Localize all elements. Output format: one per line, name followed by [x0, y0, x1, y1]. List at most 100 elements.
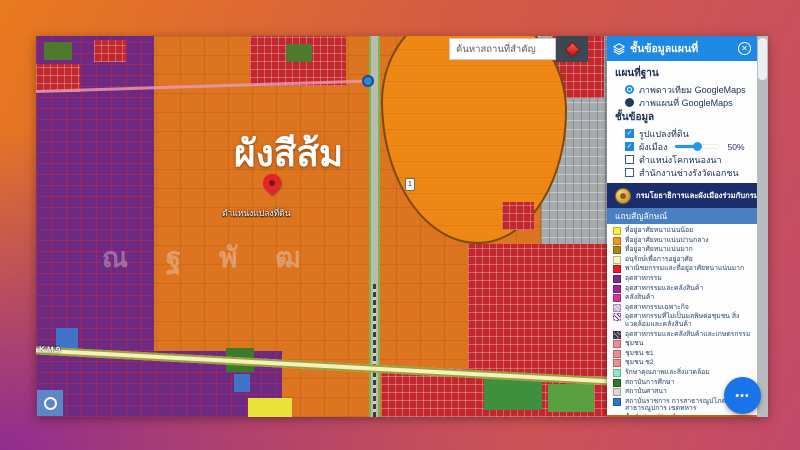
pin-label: ตำแหน่งแปลงที่ดิน: [222, 206, 291, 220]
layer-toggle-1[interactable]: ✓ ผังเมือง 50%: [615, 140, 753, 153]
legend-label: สถาบันการศึกษา: [625, 379, 674, 387]
legend-item: ชุมชน ช1: [613, 350, 755, 358]
diamond-icon: [564, 41, 580, 57]
legend-item: อุตสาหกรรมและคลังสินค้า: [613, 285, 755, 293]
slider-thumb[interactable]: [693, 142, 702, 151]
agency-banner-text: กรมโยธาธิการและผังเมืองร่วมกับกรมที่ดิน: [636, 190, 768, 202]
legend-swatch: [613, 379, 621, 387]
legend-header: แถบสัญลักษณ์: [607, 208, 757, 224]
legend-label: อนุรักษ์เพื่อการอยู่อาศัย: [625, 256, 693, 264]
station-marker[interactable]: [362, 75, 374, 87]
locate-icon: [44, 397, 57, 410]
zone-blue-parcel-2: [234, 374, 250, 392]
opacity-slider[interactable]: [675, 145, 719, 148]
legend-label: คลังสินค้า: [625, 294, 654, 302]
legend-swatch: [613, 304, 621, 312]
legend-item: อุตสาหกรรม: [613, 275, 755, 283]
legend-item: อุตสาหกรรมที่ไม่เป็นมลพิษต่อชุมชน สิ่งแว…: [613, 313, 755, 329]
legend-swatch: [613, 313, 621, 321]
layer-toggle-0[interactable]: ✓ รูปแปลงที่ดิน: [615, 127, 753, 140]
parcel-pin[interactable]: [260, 174, 284, 204]
panel-header: ชั้นข้อมูลแผนที่ ✕: [607, 36, 757, 61]
legend-label: ชุมชน ช1: [625, 350, 654, 358]
checkbox-icon[interactable]: ✓: [625, 142, 634, 151]
zone-plan-label: ผังสีส้ม: [234, 124, 343, 183]
locate-button[interactable]: [37, 390, 63, 416]
layer-label: รูปแปลงที่ดิน: [639, 127, 689, 141]
zone-orange-dense: [381, 36, 567, 244]
basemap-section-label: แผนที่ฐาน: [615, 66, 753, 81]
search-button[interactable]: [556, 36, 588, 62]
zone-green-br-2: [548, 384, 594, 412]
search-input[interactable]: [449, 38, 556, 60]
layer-toggle-2[interactable]: ตำแหน่งโคกหนองนา: [615, 153, 753, 166]
pin-icon: [259, 170, 284, 195]
legend-label: ที่อยู่อาศัยหนาแน่นมาก: [625, 246, 693, 254]
legend-label: รักษาคุณภาพและสิ่งแวดล้อม: [625, 369, 710, 377]
legend-swatch: [613, 265, 621, 273]
legend-swatch: [613, 227, 621, 235]
scrollbar-thumb[interactable]: [758, 38, 767, 80]
agency-logo-icon: [615, 188, 631, 204]
legend-label: อุตสาหกรรมและคลังสินค้าและเกษตรกรรม: [625, 331, 750, 339]
zone-yellow-parcel: [248, 398, 292, 417]
legend-swatch: [613, 350, 621, 358]
route-shield: 1: [405, 178, 415, 191]
legend-swatch: [613, 398, 621, 406]
legend-swatch: [613, 256, 621, 264]
legend-label: อุตสาหกรรมเฉพาะกิจ: [625, 304, 689, 312]
panel-body: แผนที่ฐาน ภาพดาวเทียม GoogleMapsภาพแผนที…: [607, 61, 757, 179]
legend-label: ชุมชน ช2: [625, 359, 654, 367]
agency-banner: กรมโยธาธิการและผังเมืองร่วมกับกรมที่ดิน: [607, 183, 757, 208]
checkbox-icon[interactable]: [625, 155, 634, 164]
layer-label: ตำแหน่งโคกหนองนา: [639, 153, 722, 167]
basemap-option-1[interactable]: ภาพแผนที่ GoogleMaps: [615, 96, 753, 109]
legend-swatch: [613, 359, 621, 367]
legend-swatch: [613, 237, 621, 245]
opacity-value: 50%: [727, 142, 744, 152]
zone-green-topcenter: [286, 44, 312, 62]
legend-label: สถาบันศาสนา: [625, 388, 667, 396]
km-marker-label: K.M.9: [39, 345, 61, 355]
layer-label: ผังเมือง: [639, 140, 667, 154]
legend-item: อนุรักษ์เพื่อการอยู่อาศัย: [613, 256, 755, 264]
checkbox-icon[interactable]: ✓: [625, 129, 634, 138]
legend-item: ที่อยู่อาศัยหนาแน่นมาก: [613, 246, 755, 254]
legend-swatch: [613, 331, 621, 339]
legend-label: พาณิชยกรรมและที่อยู่อาศัยหนาแน่นมาก: [625, 265, 744, 273]
map-app-window: 1 ณ ฐ พั ฒ K.M.9 ผังสีส้ม ตำแหน่งแปลงที่…: [36, 36, 768, 417]
basemap-option-0[interactable]: ภาพดาวเทียม GoogleMaps: [615, 83, 753, 96]
legend-label: ที่อยู่อาศัยหนาแน่นน้อย: [625, 227, 693, 235]
layers-icon: [613, 43, 625, 55]
legend-item: อุตสาหกรรมและคลังสินค้าและเกษตรกรรม: [613, 331, 755, 339]
legend-swatch: [613, 369, 621, 377]
layer-toggle-3[interactable]: สำนักงานช่างรังวัดเอกชน: [615, 166, 753, 179]
panel-scrollbar[interactable]: [757, 36, 768, 417]
page-background: { "search": { "placeholder": "ค้นหาสถานท…: [0, 0, 800, 450]
legend-item: อุตสาหกรรมเฉพาะกิจ: [613, 304, 755, 312]
legend-swatch: [613, 294, 621, 302]
legend-item: รักษาคุณภาพและสิ่งแวดล้อม: [613, 369, 755, 377]
layers-panel: ชั้นข้อมูลแผนที่ ✕ แผนที่ฐาน ภาพดาวเทียม…: [607, 36, 757, 415]
legend-swatch: [613, 388, 621, 396]
basemap-option-label: ภาพดาวเทียม GoogleMaps: [639, 83, 746, 97]
legend-item: ชุมชน ช2: [613, 359, 755, 367]
basemap-options: ภาพดาวเทียม GoogleMapsภาพแผนที่ GoogleMa…: [615, 83, 753, 109]
more-actions-fab[interactable]: •••: [724, 377, 761, 414]
legend-item: พาณิชยกรรมและที่อยู่อาศัยหนาแน่นมาก: [613, 265, 755, 273]
map-watermark: ณ ฐ พั ฒ: [102, 236, 316, 280]
radio-icon[interactable]: [625, 98, 634, 107]
close-icon[interactable]: ✕: [738, 42, 751, 55]
legend-item: ที่อยู่อาศัยหนาแน่นน้อย: [613, 227, 755, 235]
checkbox-icon[interactable]: [625, 168, 634, 177]
basemap-option-label: ภาพแผนที่ GoogleMaps: [639, 96, 733, 110]
layer-checkboxes: ✓ รูปแปลงที่ดิน ✓ ผังเมือง 50% ตำแหน่งโคกหนอง…: [615, 127, 753, 179]
layer-label: สำนักงานช่างรังวัดเอกชน: [639, 166, 739, 180]
panel-title: ชั้นข้อมูลแผนที่: [630, 40, 733, 57]
layers-section-label: ชั้นข้อมูล: [615, 110, 753, 125]
zone-green-topleft: [44, 42, 72, 60]
legend-swatch: [613, 246, 621, 254]
radio-icon[interactable]: [625, 85, 634, 94]
legend-item: ที่อยู่อาศัยหนาแน่นปานกลาง: [613, 237, 755, 245]
legend-label: ชุมชน: [625, 340, 643, 348]
